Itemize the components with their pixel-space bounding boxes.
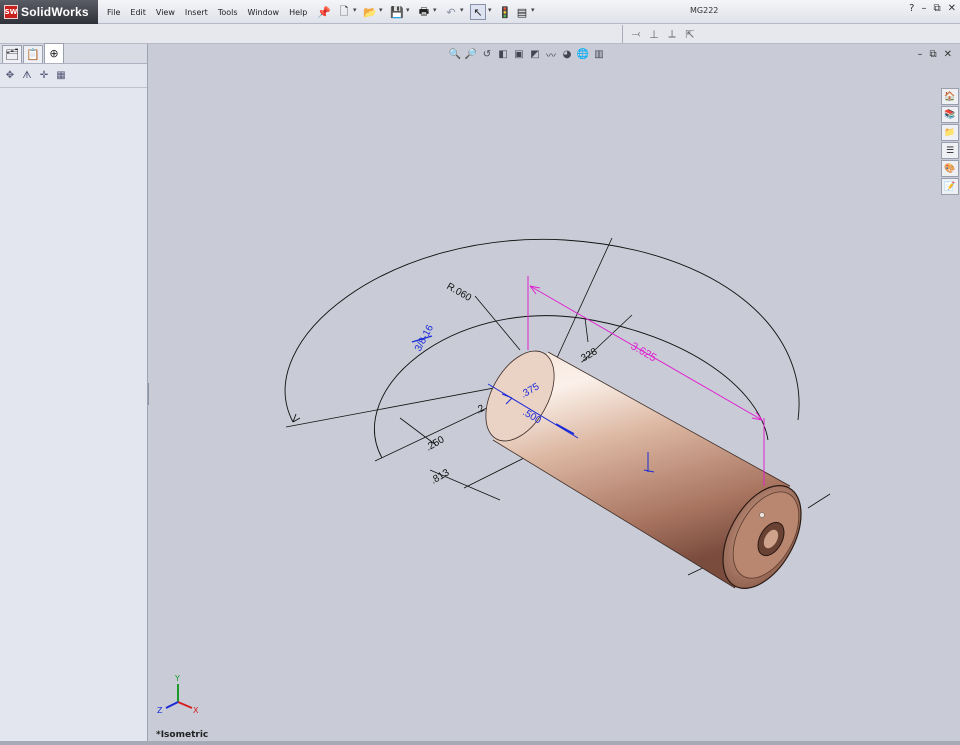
feature-tree-tab[interactable]: 🗂 bbox=[2, 45, 22, 63]
solidworks-logo-icon: SW bbox=[4, 5, 18, 19]
length-dimension: 3.625 bbox=[629, 340, 659, 364]
pin-icon[interactable]: 📌 bbox=[316, 4, 332, 20]
add-relation-icon[interactable]: ⤙ bbox=[629, 27, 643, 41]
reference-triad: Y X Z bbox=[157, 674, 199, 715]
menu-file[interactable]: File bbox=[102, 8, 125, 17]
location-dimension-icon[interactable]: ✛ bbox=[37, 69, 51, 83]
perpendicular-icon[interactable]: ⊥ bbox=[647, 27, 661, 41]
status-bar bbox=[0, 741, 960, 745]
menu-bar: File Edit View Insert Tools Window Help bbox=[102, 0, 312, 24]
view-palette-icon[interactable]: ☰ bbox=[941, 142, 959, 159]
sketch-relations-toolbar: ⤙ ⊥ ⟂ ⇱ bbox=[622, 25, 697, 43]
app-brand: SolidWorks bbox=[21, 5, 89, 19]
section-view-icon[interactable]: ◧ bbox=[496, 47, 510, 61]
triad-x-label: X bbox=[193, 706, 199, 715]
save-icon[interactable]: 💾 bbox=[389, 4, 405, 20]
zoom-to-fit-icon[interactable]: 🔍 bbox=[448, 47, 462, 61]
menu-tools[interactable]: Tools bbox=[213, 8, 243, 17]
show-tolerance-icon[interactable]: ▦ bbox=[54, 69, 68, 83]
zoom-to-area-icon[interactable]: 🔎 bbox=[464, 47, 478, 61]
view-settings-icon[interactable]: ▥ bbox=[592, 47, 606, 61]
apply-scene-icon[interactable]: 🌐 bbox=[576, 47, 590, 61]
fillet-dimension: R.060 bbox=[445, 281, 474, 304]
viewport-controls: – ⧉ ✕ bbox=[917, 49, 952, 60]
menu-window[interactable]: Window bbox=[243, 8, 285, 17]
feature-manager-panel: 🗂 📋 ⊕ ✥ ᗑ ✛ ▦ bbox=[0, 43, 148, 741]
help-icon[interactable]: ? bbox=[909, 3, 914, 14]
command-manager-row: ⤙ ⊥ ⟂ ⇱ bbox=[0, 24, 960, 44]
title-menu-bar: SW SolidWorks File Edit View Insert Tool… bbox=[0, 0, 960, 24]
undo-dropdown-icon[interactable]: ▾ bbox=[460, 6, 464, 14]
panel-toolbar: ✥ ᗑ ✛ ▦ bbox=[0, 64, 147, 88]
menu-insert[interactable]: Insert bbox=[180, 8, 213, 17]
triad-z-label: Z bbox=[157, 706, 163, 715]
model-canvas: 3.625 .375 .500 3/8-16 R.060 .328 .250 .… bbox=[157, 237, 831, 715]
display-relations-icon[interactable]: ⇱ bbox=[683, 27, 697, 41]
new-dropdown-icon[interactable]: ▾ bbox=[353, 6, 357, 14]
triad-y-label: Y bbox=[174, 674, 180, 683]
datum-icon[interactable]: ᗑ bbox=[20, 69, 34, 83]
viewport-minimize-icon[interactable]: – bbox=[917, 49, 922, 60]
view-orientation-label: *Isometric bbox=[156, 730, 209, 740]
design-library-icon[interactable]: 📚 bbox=[941, 106, 959, 123]
new-icon[interactable]: 🗋 bbox=[336, 4, 352, 20]
select-dropdown-icon[interactable]: ▾ bbox=[488, 6, 492, 14]
property-manager-tab[interactable]: 📋 bbox=[23, 45, 43, 63]
close-icon[interactable]: ✕ bbox=[948, 3, 956, 14]
print-icon[interactable]: 🖶 bbox=[416, 4, 432, 20]
rebuild-icon[interactable]: 🚦 bbox=[497, 4, 513, 20]
edit-appearance-icon[interactable]: ◕ bbox=[560, 47, 574, 61]
custom-properties-icon[interactable]: 📝 bbox=[941, 178, 959, 195]
heads-up-view-toolbar: 🔍 🔎 ↺ ◧ ▣ ◩ 〰 ◕ 🌐 ▥ bbox=[448, 47, 606, 62]
open-dropdown-icon[interactable]: ▾ bbox=[379, 6, 383, 14]
document-title: MG222 bbox=[690, 6, 719, 15]
graphics-area[interactable]: 3.625 .375 .500 3/8-16 R.060 .328 .250 .… bbox=[149, 44, 960, 741]
options-icon[interactable]: ▤ bbox=[514, 4, 530, 20]
viewport-restore-icon[interactable]: ⧉ bbox=[929, 49, 936, 60]
dimension-d6: .2 bbox=[474, 403, 487, 417]
menu-view[interactable]: View bbox=[151, 8, 180, 17]
dimxpert-tab[interactable]: ⊕ bbox=[44, 43, 64, 63]
previous-view-icon[interactable]: ↺ bbox=[480, 47, 494, 61]
undo-icon[interactable]: ↶ bbox=[443, 4, 459, 20]
display-style-icon[interactable]: ◩ bbox=[528, 47, 542, 61]
task-pane-tabs: 🏠 📚 📁 ☰ 🎨 📝 bbox=[941, 88, 959, 195]
appearances-icon[interactable]: 🎨 bbox=[941, 160, 959, 177]
app-logo[interactable]: SW SolidWorks bbox=[0, 0, 98, 24]
menu-edit[interactable]: Edit bbox=[125, 8, 151, 17]
dimension-icon[interactable]: ⟂ bbox=[665, 27, 679, 41]
window-controls: ? – ⧉ ✕ bbox=[909, 3, 956, 14]
save-dropdown-icon[interactable]: ▾ bbox=[406, 6, 410, 14]
view-orientation-icon[interactable]: ▣ bbox=[512, 47, 526, 61]
options-dropdown-icon[interactable]: ▾ bbox=[531, 6, 535, 14]
solidworks-window: SW SolidWorks File Edit View Insert Tool… bbox=[0, 0, 960, 745]
print-dropdown-icon[interactable]: ▾ bbox=[433, 6, 437, 14]
resources-icon[interactable]: 🏠 bbox=[941, 88, 959, 105]
viewport-close-icon[interactable]: ✕ bbox=[944, 49, 952, 60]
restore-icon[interactable]: ⧉ bbox=[933, 3, 940, 14]
dimension-d2: .250 bbox=[424, 434, 447, 453]
dimension-d3: .813 bbox=[429, 467, 452, 486]
panel-tabs: 🗂 📋 ⊕ bbox=[0, 43, 147, 64]
menu-help[interactable]: Help bbox=[284, 8, 312, 17]
file-explorer-icon[interactable]: 📁 bbox=[941, 124, 959, 141]
auto-dimension-icon[interactable]: ✥ bbox=[3, 69, 17, 83]
select-icon[interactable]: ↖ bbox=[470, 4, 486, 20]
minimize-icon[interactable]: – bbox=[921, 3, 926, 14]
hide-show-items-icon[interactable]: 〰 bbox=[544, 47, 558, 62]
open-icon[interactable]: 📂 bbox=[362, 4, 378, 20]
